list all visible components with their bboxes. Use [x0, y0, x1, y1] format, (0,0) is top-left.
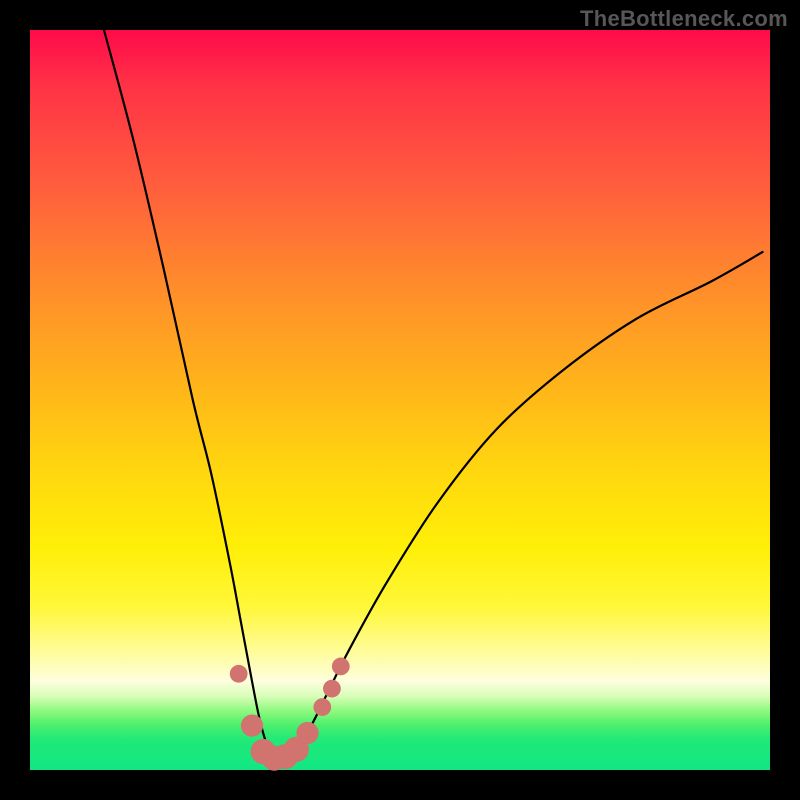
- curve-marker: [230, 665, 248, 683]
- curve-marker: [332, 658, 350, 676]
- chart-frame: TheBottleneck.com: [0, 0, 800, 800]
- curve-markers: [230, 658, 350, 771]
- curve-marker: [241, 715, 263, 737]
- bottleneck-curve: [104, 30, 763, 759]
- watermark-text: TheBottleneck.com: [580, 6, 788, 32]
- curve-marker: [313, 698, 331, 716]
- curve-marker: [296, 722, 318, 744]
- chart-svg: [30, 30, 770, 770]
- curve-marker: [323, 680, 341, 698]
